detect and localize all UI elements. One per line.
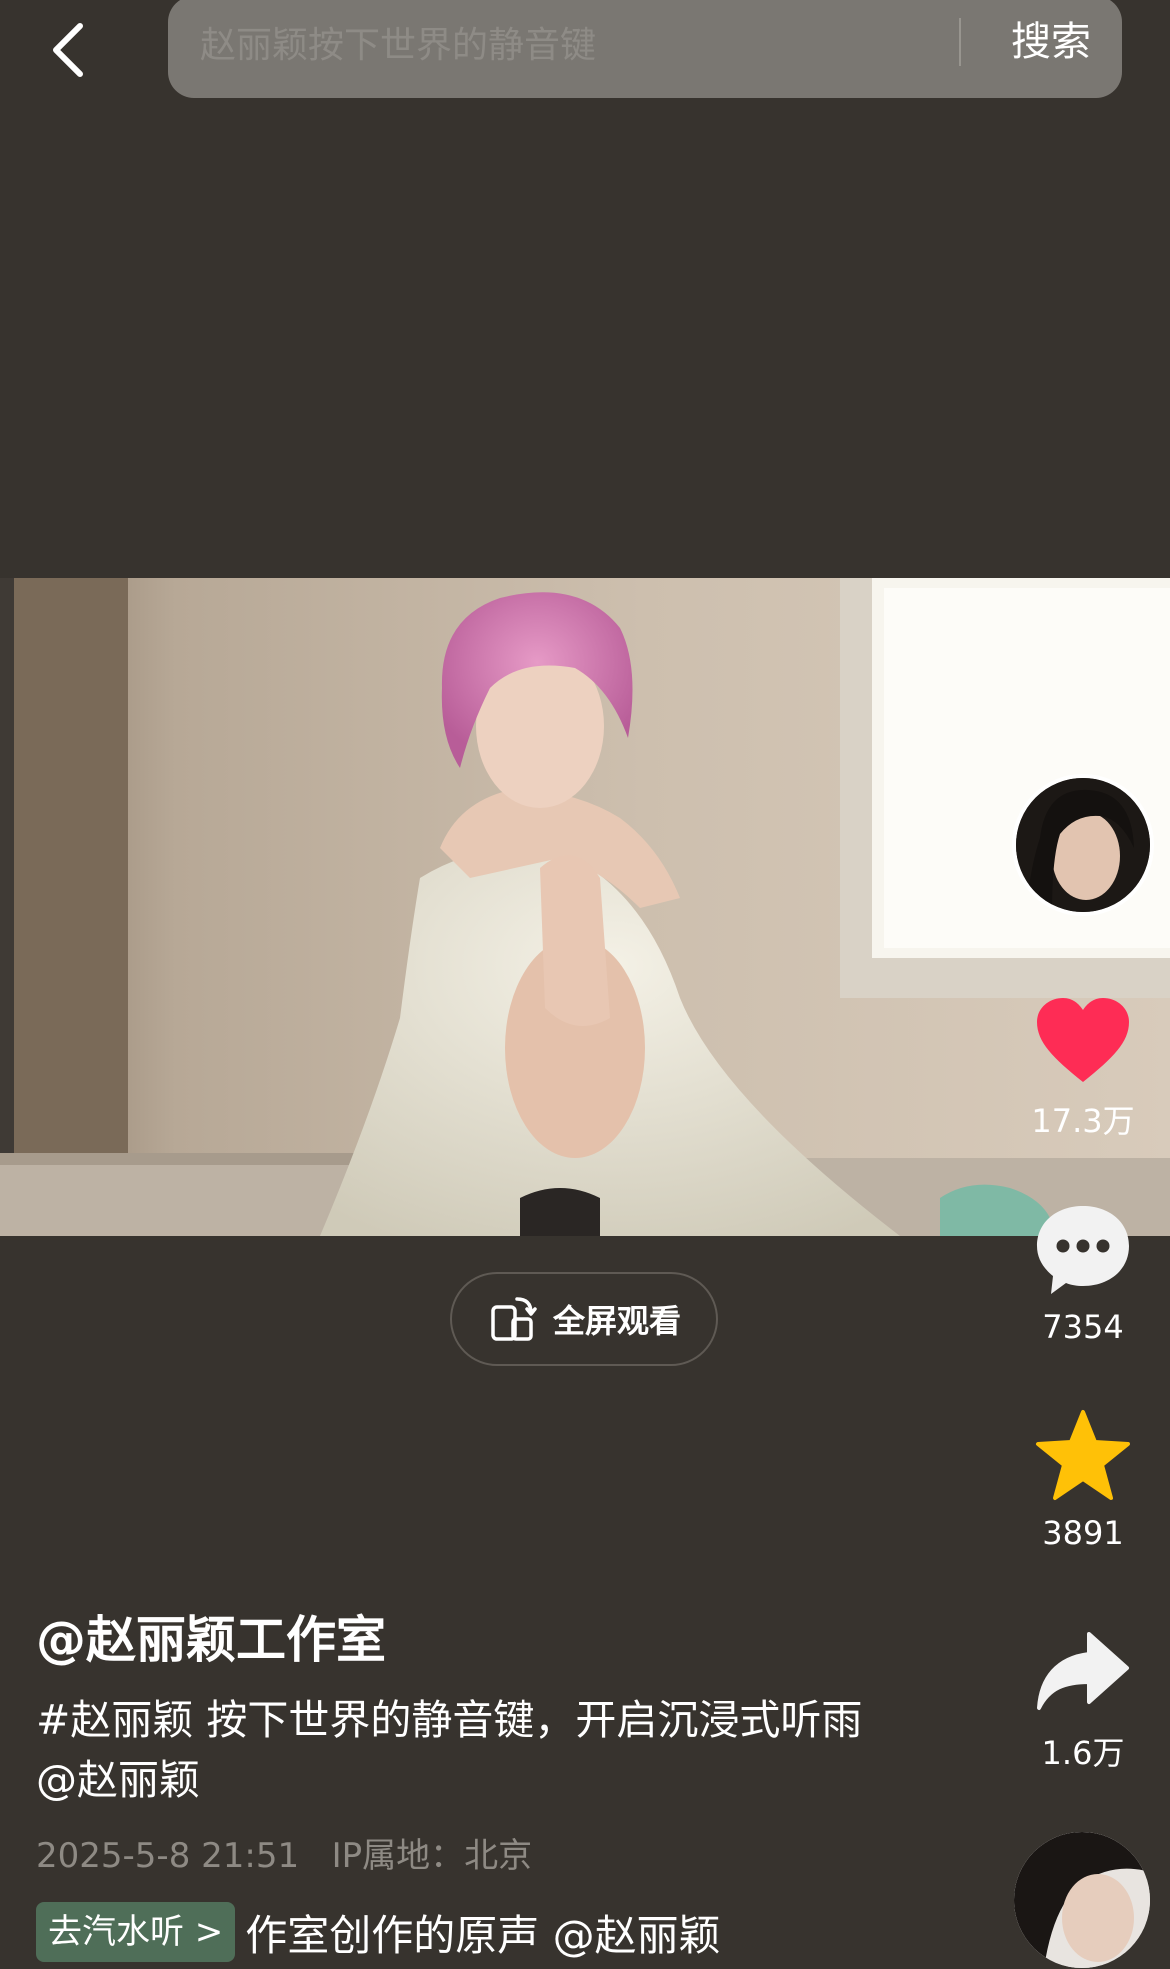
share-icon xyxy=(1037,1632,1129,1710)
fullscreen-label: 全屏观看 xyxy=(552,1302,681,1340)
fullscreen-button[interactable]: 全屏观看 xyxy=(450,1272,718,1366)
open-soda-music-button[interactable]: 去汽水听 > xyxy=(36,1902,236,1962)
search-input[interactable] xyxy=(198,24,1102,66)
back-icon xyxy=(53,23,83,77)
video-image xyxy=(0,578,1170,1236)
author-avatar[interactable] xyxy=(1012,774,1154,916)
like-count: 17.3万 xyxy=(1031,1102,1135,1140)
fullscreen-rotate-icon xyxy=(491,1297,537,1341)
post-description[interactable]: #赵丽颖 按下世界的静音键，开启沉浸式听雨@赵丽颖 xyxy=(36,1690,896,1810)
share-count: 1.6万 xyxy=(1041,1734,1125,1772)
comment-action[interactable]: 7354 xyxy=(1010,1202,1156,1346)
music-track-title[interactable]: 作室创作的原声 @赵丽颖 xyxy=(245,1902,765,1963)
comment-icon xyxy=(1037,1206,1129,1294)
favorite-action[interactable]: 3891 xyxy=(1010,1408,1156,1552)
comment-count: 7354 xyxy=(1042,1308,1124,1346)
share-action[interactable]: 1.6万 xyxy=(1010,1628,1156,1774)
like-heart-icon xyxy=(1037,998,1129,1082)
favorite-star-icon xyxy=(1036,1410,1130,1500)
post-meta: 2025-5-8 21:51 IP属地：北京 xyxy=(36,1828,532,1877)
music-bar: 去汽水听 > 作室创作的原声 @赵丽颖 xyxy=(36,1902,765,1962)
top-bar: 搜索 xyxy=(0,0,1170,110)
favorite-count: 3891 xyxy=(1042,1514,1124,1552)
like-action[interactable]: 17.3万 xyxy=(1010,996,1156,1142)
search-divider xyxy=(959,18,961,66)
back-button[interactable] xyxy=(40,12,100,82)
music-disc-avatar[interactable] xyxy=(1014,1832,1150,1968)
search-bar: 搜索 xyxy=(168,0,1122,98)
author-avatar-image xyxy=(1016,778,1150,912)
post-date: 2025-5-8 21:51 xyxy=(36,1836,300,1876)
author-name[interactable]: @赵丽颖工作室 xyxy=(36,1600,386,1672)
ip-location: IP属地：北京 xyxy=(331,1836,533,1876)
search-button[interactable]: 搜索 xyxy=(986,14,1116,70)
video-frame[interactable] xyxy=(0,578,1170,1236)
music-disc-image xyxy=(1014,1832,1150,1968)
